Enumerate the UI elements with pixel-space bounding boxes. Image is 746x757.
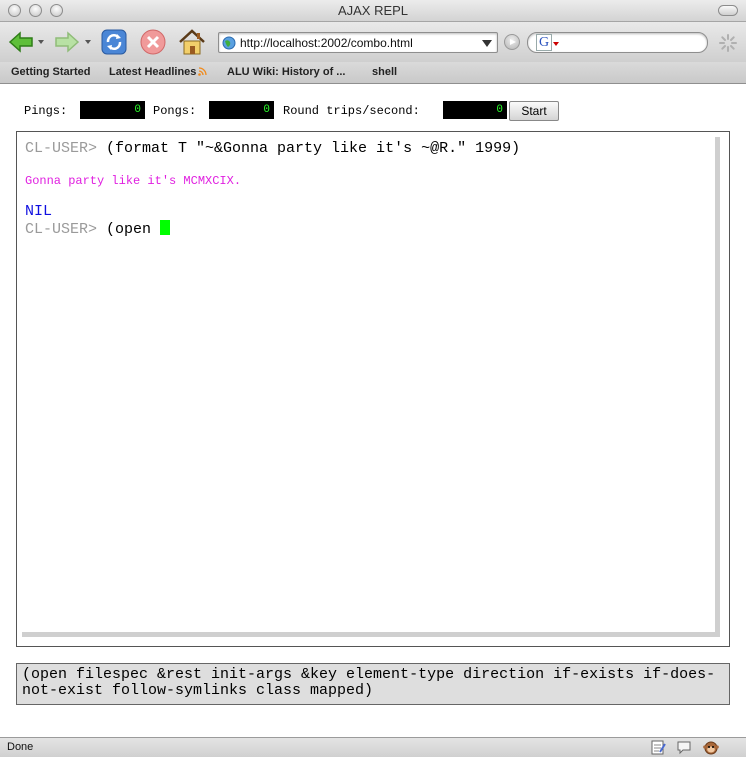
pongs-label: Pongs: — [153, 104, 197, 118]
stop-button[interactable] — [138, 28, 168, 56]
bookmark-shell[interactable]: shell — [372, 66, 397, 78]
repl-result: NIL — [25, 203, 53, 220]
reload-icon — [101, 29, 127, 55]
bookmark-latest-headlines-label: Latest Headlines — [109, 66, 197, 78]
repl-output: Gonna party like it's MCMXCIX. — [25, 174, 242, 188]
window-title: AJAX REPL — [337, 3, 409, 18]
home-button[interactable] — [177, 28, 207, 56]
repl-prompt: CL-USER> — [25, 140, 98, 157]
pings-counter: 0 — [80, 101, 145, 119]
status-text: Done — [7, 741, 34, 753]
forward-arrow-icon — [55, 31, 80, 53]
window-titlebar: AJAX REPL — [0, 0, 746, 22]
repl-result-line: NIL — [25, 203, 52, 220]
monkey-icon[interactable] — [703, 740, 719, 755]
bookmarks-bar: Getting Started Latest Headlines ALU Wik… — [0, 62, 746, 84]
stop-icon — [140, 29, 166, 55]
google-search-icon[interactable]: G — [536, 34, 552, 51]
rss-feed-icon — [198, 67, 208, 76]
activity-spinner-icon — [719, 34, 737, 52]
forward-button[interactable] — [52, 28, 82, 56]
repl-input-line: CL-USER> (format T "~&Gonna party like i… — [25, 140, 520, 157]
go-button[interactable] — [504, 34, 520, 50]
chevron-down-icon[interactable] — [482, 40, 492, 47]
repl-output-line: Gonna party like it's MCMXCIX. — [25, 174, 241, 188]
notepad-icon[interactable] — [650, 740, 666, 755]
repl-command: (format T "~&Gonna party like it's ~@R."… — [97, 140, 521, 157]
round-trips-label: Round trips/second: — [283, 104, 420, 118]
pings-label: Pings: — [24, 104, 68, 118]
ping-stats-bar: Pings: 0 Pongs: 0 Round trips/second: 0 — [24, 100, 584, 122]
reload-button[interactable] — [99, 28, 129, 56]
bookmark-getting-started[interactable]: Getting Started — [11, 66, 90, 78]
back-button[interactable] — [6, 28, 36, 56]
pongs-counter: 0 — [209, 101, 274, 119]
back-arrow-icon — [8, 31, 33, 53]
toolbar-toggle-button[interactable] — [718, 5, 738, 16]
repl-window: CL-USER> (format T "~&Gonna party like i… — [16, 131, 730, 647]
bookmark-alu-wiki[interactable]: ALU Wiki: History of ... — [227, 66, 345, 78]
arglist-hint: (open filespec &rest init-args &key elem… — [16, 663, 730, 705]
round-trips-counter: 0 — [443, 101, 507, 119]
status-bar: Done — [0, 737, 746, 757]
globe-icon — [222, 36, 236, 50]
chat-bubble-icon[interactable] — [676, 740, 692, 755]
forward-history-dropdown[interactable] — [85, 40, 91, 44]
start-button[interactable]: Start — [509, 101, 559, 121]
repl-current-line[interactable]: CL-USER> (open — [25, 220, 171, 238]
repl-prompt: CL-USER> — [25, 221, 98, 238]
navigation-toolbar: http://localhost:2002/combo.html G — [0, 22, 746, 62]
repl-console[interactable]: CL-USER> (format T "~&Gonna party like i… — [17, 132, 715, 632]
address-url: http://localhost:2002/combo.html — [240, 36, 413, 50]
text-cursor — [160, 220, 171, 235]
bookmark-latest-headlines[interactable]: Latest Headlines — [109, 66, 208, 78]
repl-current-input[interactable]: (open — [97, 221, 160, 238]
search-engine-dropdown[interactable] — [553, 42, 559, 46]
home-icon — [179, 29, 205, 55]
back-history-dropdown[interactable] — [38, 40, 44, 44]
search-input[interactable]: G — [527, 32, 708, 53]
address-bar[interactable]: http://localhost:2002/combo.html — [218, 32, 498, 53]
